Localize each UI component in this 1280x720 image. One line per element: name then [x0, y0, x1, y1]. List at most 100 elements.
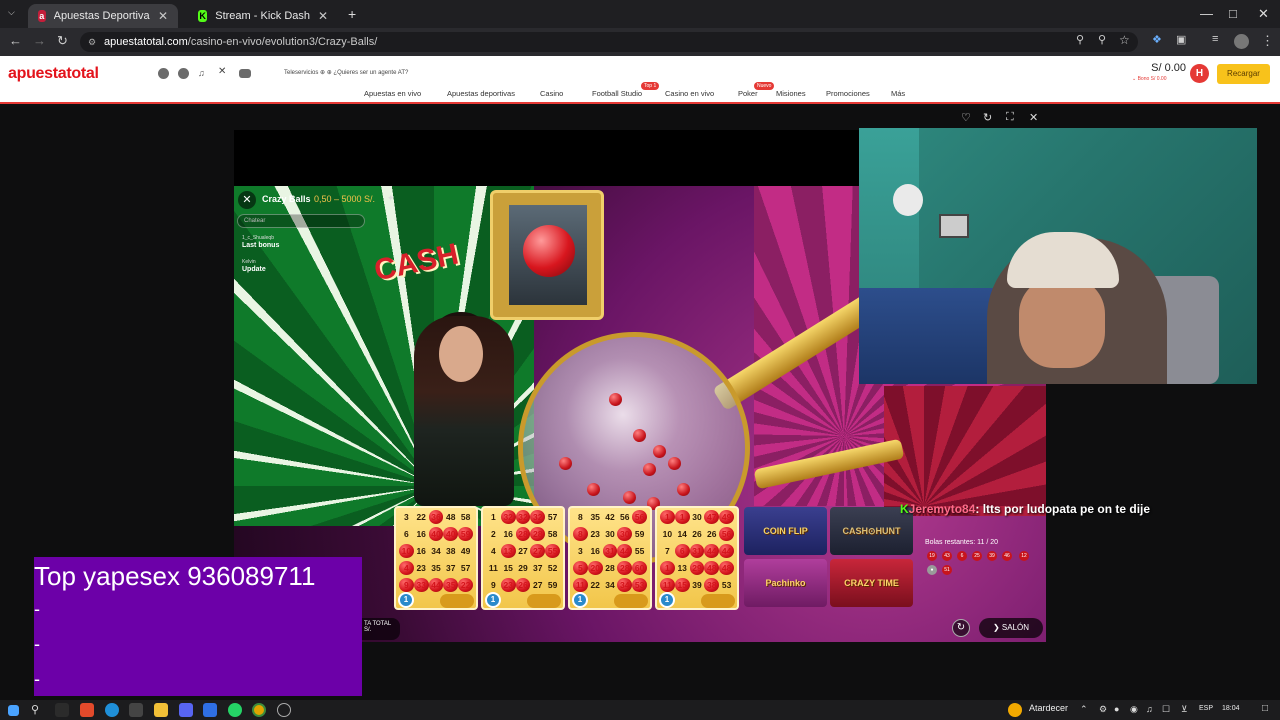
close-tab-icon[interactable]: ✕ [318, 9, 328, 23]
back-icon[interactable]: ← [9, 33, 22, 48]
tray-icon[interactable]: ☐ [1162, 704, 1170, 715]
bookmark-star-icon[interactable]: ☆ [1119, 33, 1130, 47]
card-number: 28 [605, 563, 615, 573]
search-icon[interactable]: ⚲ [31, 703, 45, 717]
bingo-card-2[interactable]: 1 32 32 32 57 2 16 28 28 58 4 13 27 27 55 11 15 29 37 52 9 23… [481, 506, 565, 610]
card-grid: 1 32 32 32 57 2 16 28 28 58 4 13 27 27 55 11 15 29 37 52 9 23… [486, 510, 560, 592]
facebook-icon[interactable] [178, 68, 189, 79]
file-explorer-icon[interactable] [154, 703, 168, 717]
browser-menu-icon[interactable]: ⋮ [1261, 33, 1274, 49]
refresh-game-icon[interactable]: ↻ [983, 111, 992, 124]
crazy-time-tile[interactable]: CRAZY TIME [830, 559, 913, 607]
salon-button[interactable]: ❯ SALÓN [979, 618, 1043, 638]
chat-input[interactable]: Chatear [237, 214, 365, 228]
card-number: 48 [719, 561, 734, 575]
balance-amount[interactable]: S/ 0.00 [1140, 62, 1186, 74]
kick-favicon-icon: K [198, 10, 208, 22]
site-info-icon[interactable]: ⚙ [88, 32, 96, 52]
chat-user: Kelvin [242, 259, 256, 265]
network-icon[interactable]: ⊻ [1181, 704, 1188, 715]
card-number: 20 [587, 561, 603, 575]
language-indicator[interactable]: ESP [1199, 705, 1213, 712]
card-number: 30 [692, 512, 702, 522]
card-number: 16 [503, 529, 513, 539]
recargar-button[interactable]: Recargar [1217, 64, 1270, 84]
close-window-icon[interactable]: ✕ [1258, 6, 1269, 22]
address-bar[interactable]: ⚙ apuestatotal.com/casino-en-vivo/evolut… [80, 32, 1138, 52]
profile-avatar-icon[interactable] [1234, 34, 1249, 49]
sphere-ball [643, 463, 656, 476]
app-icon[interactable] [203, 703, 217, 717]
instagram-icon[interactable] [158, 68, 169, 79]
extensions-puzzle-icon[interactable]: ▣ [1176, 33, 1186, 46]
new-tab-icon[interactable]: + [348, 6, 356, 22]
discord-icon[interactable] [179, 703, 193, 717]
notifications-icon[interactable]: □ [1262, 703, 1268, 714]
forward-icon[interactable]: → [33, 33, 46, 48]
app-icon[interactable] [277, 703, 291, 717]
app-icon[interactable] [55, 703, 69, 717]
nav-casino-en-vivo[interactable]: Casino en vivo [665, 89, 714, 98]
tray-chevron-icon[interactable]: ⌃ [1080, 704, 1088, 715]
youtube-icon[interactable] [239, 69, 251, 78]
minimize-icon[interactable]: — [1200, 6, 1213, 21]
card-number: 26 [707, 529, 717, 539]
taskbar-clock[interactable]: 18:04 [1222, 705, 1240, 712]
tiktok-icon[interactable]: ♫ [198, 68, 209, 79]
app-icon[interactable] [80, 703, 94, 717]
zoom-icon[interactable]: ⚲ [1098, 33, 1106, 46]
app-icon[interactable] [129, 703, 143, 717]
fullscreen-icon[interactable]: ⛶ [1006, 111, 1014, 124]
drawn-ball-number: 6 [957, 551, 967, 561]
card-number: 39 [692, 580, 702, 590]
whatsapp-icon[interactable] [228, 703, 242, 717]
close-tab-icon[interactable]: ✕ [158, 9, 168, 23]
chrome-icon[interactable] [252, 703, 266, 717]
bingo-card-3[interactable]: 8 35 42 56 56 8 23 30 30 59 3 16 31 44 55 5 20 28 28 60 11 22… [568, 506, 652, 610]
nav-misiones[interactable]: Misiones [776, 89, 806, 98]
nav-mas[interactable]: Más [891, 89, 905, 98]
password-key-icon[interactable]: ⚲ [1076, 33, 1084, 46]
weather-icon[interactable] [1008, 703, 1022, 717]
pin-icon[interactable]: ✦ [387, 193, 395, 204]
nav-apuestas-deportivas[interactable]: Apuestas deportivas [447, 89, 515, 98]
bingo-card-1[interactable]: 3 22 36 48 58 6 16 40 40 59 10 16 34 38 49 4 23 35 37 57 9 33… [394, 506, 478, 610]
maximize-icon[interactable]: □ [1229, 6, 1237, 21]
x-twitter-icon[interactable]: ✕ [218, 66, 229, 77]
nav-football-studio[interactable]: Football Studio [592, 89, 642, 98]
tab-label: Apuestas Deportivas Online | A [53, 10, 150, 22]
weather-label[interactable]: Atardecer [1029, 703, 1068, 713]
bono-amount[interactable]: ⌄ Bono S/ 0.00 [1132, 76, 1167, 82]
nav-poker[interactable]: Poker [738, 89, 758, 98]
nav-promociones[interactable]: Promociones [826, 89, 870, 98]
nav-apuestas-en-vivo[interactable]: Apuestas en vivo [364, 89, 421, 98]
site-logo[interactable]: apuestatotal [8, 65, 99, 83]
card-number: 7 [665, 546, 670, 556]
tray-icon[interactable]: ◉ [1130, 704, 1138, 715]
coin-flip-tile[interactable]: COIN FLIP [744, 507, 827, 555]
microphone-icon[interactable]: ● [1114, 704, 1119, 714]
tab-kick-dashboard[interactable]: K Stream - Kick Dashboard ✕ [188, 4, 338, 28]
media-control-icon[interactable]: ≡ [1212, 33, 1218, 45]
tray-icon[interactable]: ⚙ [1099, 704, 1107, 715]
card-number: 3 [404, 512, 409, 522]
bingo-card-4[interactable]: 1 1 30 47 49 10 14 26 26 56 7 6 31 44 44 1 13 29 48 48 11 15 3… [655, 506, 739, 610]
pachinko-tile[interactable]: Pachinko [744, 559, 827, 607]
card-number: 11 [660, 578, 675, 592]
user-avatar[interactable]: H [1190, 64, 1209, 83]
favorite-heart-icon[interactable]: ♡ [961, 111, 971, 124]
edge-icon[interactable] [105, 703, 119, 717]
card-number: 40 [428, 527, 444, 541]
nav-casino[interactable]: Casino [540, 89, 563, 98]
card-number: 30 [605, 529, 615, 539]
tab-list-icon[interactable]: ⌵ [8, 7, 15, 18]
reload-icon[interactable]: ↻ [57, 33, 68, 49]
close-game-icon[interactable]: ✕ [1029, 111, 1038, 124]
tab-apuestatotal[interactable]: a Apuestas Deportivas Online | A ✕ [28, 4, 178, 28]
extension-icon[interactable]: ❖ [1152, 33, 1162, 46]
volume-icon[interactable]: ♫ [1146, 704, 1153, 714]
teleservicios-link[interactable]: Teleservicios ⊕ ⊕ ¿Quieres ser un agente… [284, 69, 408, 76]
history-icon[interactable]: ↻ [952, 619, 970, 637]
close-game-overlay-icon[interactable]: ✕ [238, 191, 256, 209]
start-icon[interactable] [8, 705, 19, 716]
